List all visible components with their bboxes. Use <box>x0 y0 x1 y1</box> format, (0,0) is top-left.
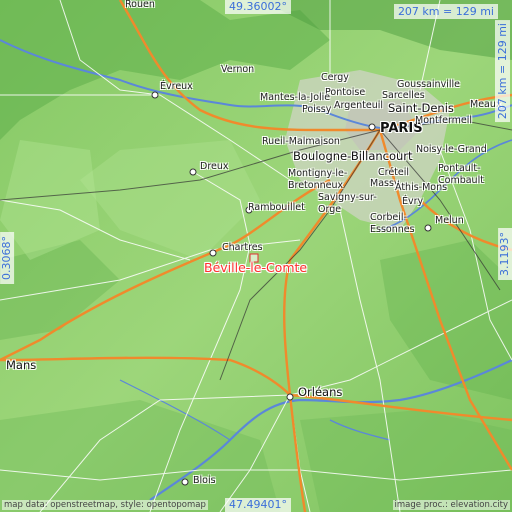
dreux-dot <box>189 168 197 176</box>
scale-horizontal: 207 km = 129 mi <box>393 4 498 19</box>
chartres-dot <box>209 249 217 257</box>
label-savigny: Savigny-sur-Orge <box>318 192 377 215</box>
orleans-dot <box>286 393 294 401</box>
label-rambouillet: Rambouillet <box>248 202 305 213</box>
label-dreux: Dreux <box>200 161 229 172</box>
label-athis: Athis-Mons <box>395 182 448 193</box>
label-rouen: Rouen <box>125 0 155 10</box>
evreux-dot <box>151 91 159 99</box>
label-boulogne: Boulogne-Billancourt <box>293 149 413 163</box>
label-blois: Blois <box>193 475 216 486</box>
label-montigny: Montigny-le-Bretonneux <box>288 168 348 191</box>
label-mantes: Mantes-la-Jolie <box>260 92 331 103</box>
scale-vertical: 207 km = 129 mi <box>495 20 510 123</box>
credit-image-proc: image proc.: elevation.city <box>392 500 510 510</box>
label-evreux: Évreux <box>160 81 193 92</box>
label-rueil: Rueil-Malmaison <box>262 136 340 147</box>
label-beville-le-comte: Béville-le-Comte <box>204 260 308 275</box>
label-pontoise: Pontoise <box>325 87 366 98</box>
label-mans: Mans <box>6 358 37 372</box>
label-noisy: Noisy-le-Grand <box>416 144 487 155</box>
coord-left-lon: 0.3068° <box>0 232 15 284</box>
paris-dot <box>368 123 376 131</box>
coord-bottom-lat: 47.49401° <box>225 497 291 512</box>
label-goussainville: Goussainville <box>397 79 460 90</box>
blois-dot <box>181 478 189 486</box>
label-saint-denis: Saint-Denis <box>388 101 454 115</box>
label-chartres: Chartres <box>222 242 263 253</box>
label-corbeil: Corbeil-Essonnes <box>370 212 415 235</box>
label-argenteuil: Argenteuil <box>334 100 384 111</box>
map[interactable]: Rouen Vernon Évreux Cergy Pontoise Gouss… <box>0 0 512 512</box>
credit-map-data: map data: openstreetmap, style: opentopo… <box>2 500 208 510</box>
label-poissy: Poissy <box>302 104 332 115</box>
coord-top-lat: 49.36002° <box>225 0 291 15</box>
coord-right-lon: 3.1193° <box>497 228 512 280</box>
label-evry: Évry <box>402 196 424 207</box>
label-creteil: Créteil <box>378 167 410 178</box>
label-cergy: Cergy <box>321 72 349 83</box>
label-orleans: Orléans <box>298 385 343 399</box>
label-vernon: Vernon <box>221 64 255 75</box>
label-sarcelles: Sarcelles <box>382 90 425 101</box>
label-montfermeil: Montfermeil <box>415 115 473 126</box>
label-melun: Melun <box>435 215 464 226</box>
